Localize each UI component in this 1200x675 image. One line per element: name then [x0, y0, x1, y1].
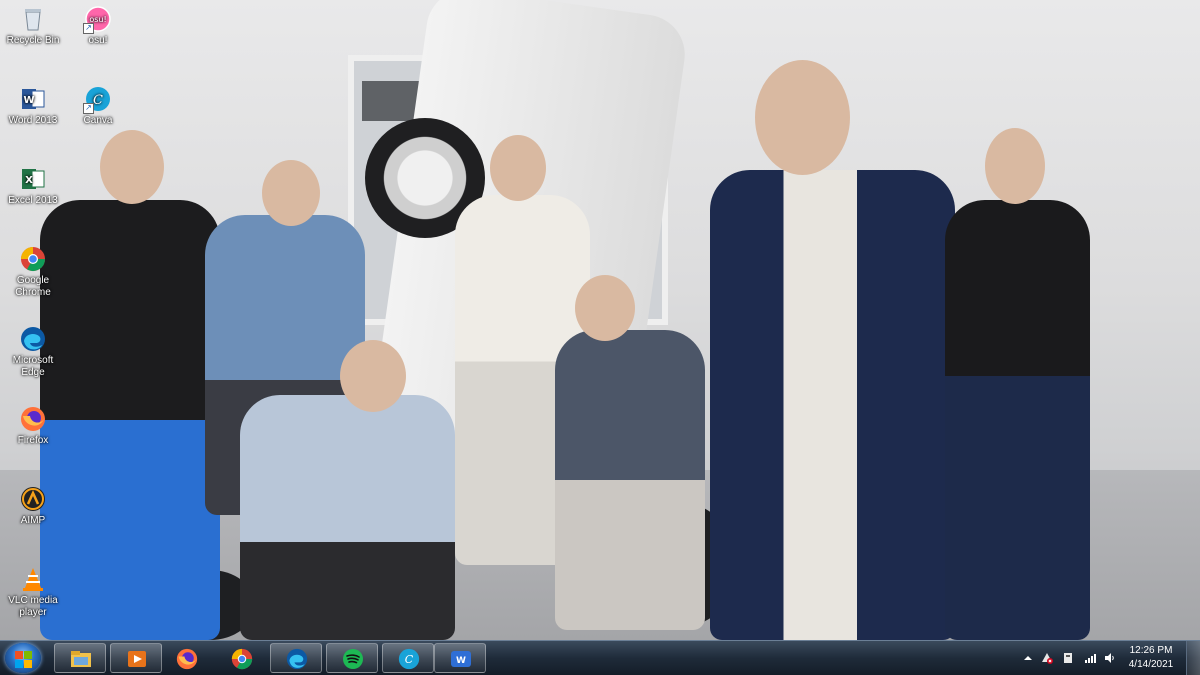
desktop-icon-excel[interactable]: X Excel 2013	[0, 166, 66, 207]
canva-icon: C	[398, 648, 420, 670]
start-button[interactable]	[5, 643, 41, 673]
taskbar-media-player[interactable]	[110, 643, 162, 673]
wallpaper-person-head	[100, 130, 164, 204]
svg-text:W: W	[456, 656, 466, 666]
recycle-bin-icon	[20, 6, 46, 32]
taskbar-file-explorer[interactable]	[54, 643, 106, 673]
taskbar-wps-office[interactable]: W	[434, 643, 486, 673]
wallpaper-person-head	[575, 275, 635, 341]
firefox-icon	[20, 406, 46, 432]
svg-text:C: C	[93, 93, 103, 108]
osu-icon: osu! ↗	[83, 6, 111, 34]
file-explorer-icon	[70, 648, 92, 670]
wallpaper-person-head	[262, 160, 320, 226]
show-desktop-button[interactable]	[1186, 641, 1200, 675]
excel-icon: X	[20, 166, 46, 192]
desktop-icon-canva[interactable]: C ↗ Canva	[65, 86, 131, 127]
clock-date: 4/14/2021	[1128, 659, 1174, 670]
aimp-icon	[20, 486, 46, 512]
svg-text:X: X	[25, 175, 33, 186]
desktop-icon-aimp[interactable]: AIMP	[0, 486, 66, 527]
taskbar-edge[interactable]	[270, 643, 322, 673]
tray-network-icon[interactable]	[1084, 651, 1096, 663]
vlc-icon	[20, 566, 46, 592]
wallpaper-person-head	[755, 60, 850, 175]
firefox-icon	[176, 648, 198, 670]
wallpaper-person	[40, 200, 220, 640]
chrome-icon	[231, 648, 253, 670]
clock-time: 12:26 PM	[1129, 645, 1173, 656]
taskbar-chrome[interactable]	[215, 643, 267, 673]
wallpaper-person	[240, 395, 455, 640]
desktop-icon-microsoft-edge[interactable]: Microsoft Edge	[0, 326, 66, 379]
taskbar: C W 12:26 PM 4/14/2021	[0, 640, 1200, 675]
tray-show-hidden-icon[interactable]	[1022, 651, 1034, 663]
taskbar-canva[interactable]: C	[382, 643, 434, 673]
tray-volume-icon[interactable]	[1104, 651, 1116, 663]
wallpaper-person	[555, 330, 705, 630]
svg-text:W: W	[23, 95, 34, 106]
tray-security-icon[interactable]	[1062, 651, 1074, 663]
word-icon: W	[20, 86, 46, 112]
desktop-icon-word[interactable]: W Word 2013	[0, 86, 66, 127]
taskbar-spotify[interactable]	[326, 643, 378, 673]
desktop-icon-recycle-bin[interactable]: Recycle Bin	[0, 6, 66, 47]
desktop-icon-osu[interactable]: osu! ↗ osu!	[65, 6, 131, 47]
taskbar-firefox[interactable]	[160, 643, 212, 673]
wallpaper-person	[710, 170, 955, 640]
desktop-icon-vlc[interactable]: VLC media player	[0, 566, 66, 619]
chrome-icon	[20, 246, 46, 272]
desktop-icon-firefox[interactable]: Firefox	[0, 406, 66, 447]
wps-office-icon: W	[450, 648, 472, 670]
edge-icon	[286, 648, 308, 670]
taskbar-clock[interactable]: 12:26 PM 4/14/2021	[1125, 644, 1177, 672]
wallpaper-person-head	[985, 128, 1045, 204]
media-player-icon	[126, 648, 148, 670]
tray-action-center-icon[interactable]	[1041, 651, 1053, 664]
svg-text:C: C	[405, 653, 414, 666]
wallpaper-person-head	[340, 340, 406, 412]
wallpaper-person	[945, 200, 1090, 640]
edge-icon	[20, 326, 46, 352]
desktop-icon-google-chrome[interactable]: Google Chrome	[0, 246, 66, 299]
desktop-wallpaper	[0, 0, 1200, 640]
wallpaper-person-head	[490, 135, 546, 201]
spotify-icon	[342, 648, 364, 670]
canva-icon: C ↗	[83, 86, 111, 114]
